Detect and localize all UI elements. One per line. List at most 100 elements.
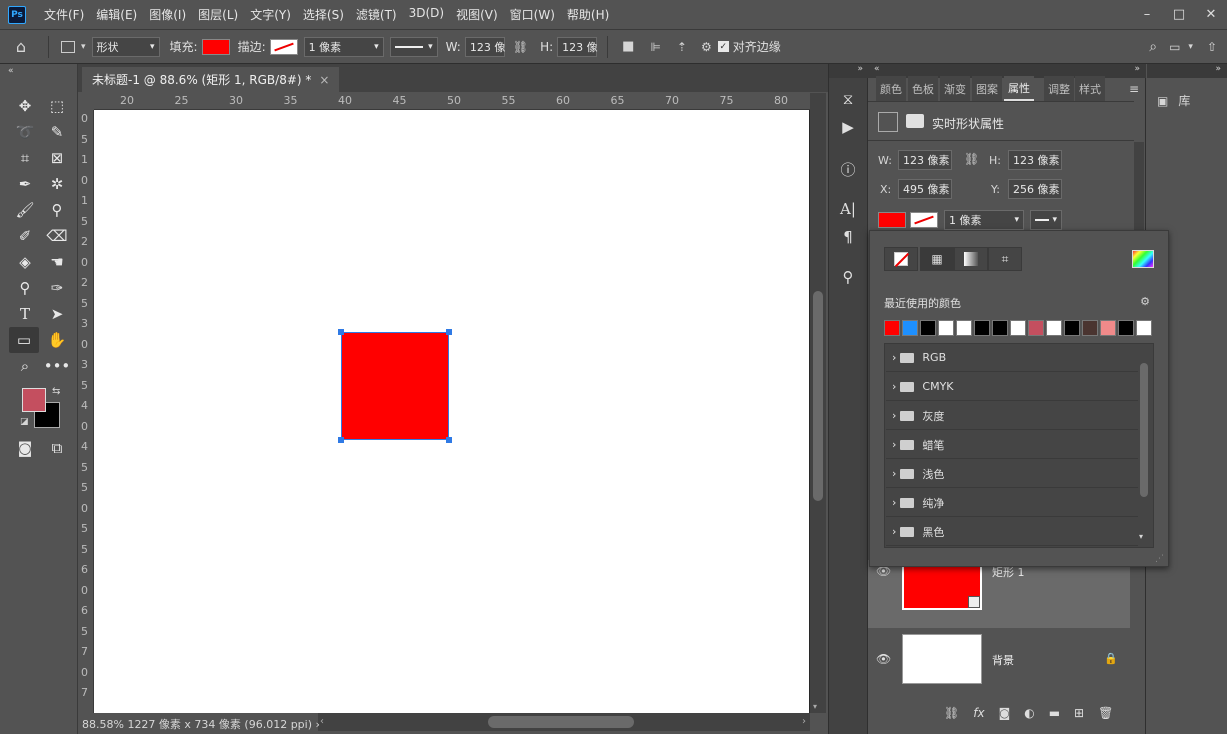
- smudge-tool-icon[interactable]: ☚: [44, 250, 70, 274]
- rectangle-tool-icon[interactable]: ▭: [9, 327, 39, 353]
- delete-layer-icon[interactable]: 🗑: [1098, 706, 1113, 720]
- menu-item[interactable]: 选择(S): [297, 6, 350, 23]
- no-fill-button[interactable]: [884, 247, 918, 271]
- screen-mode-icon[interactable]: ⧉: [44, 436, 70, 460]
- brush-tool-icon[interactable]: 🖌: [12, 198, 38, 222]
- new-group-icon[interactable]: ▬: [1049, 706, 1060, 720]
- scroll-right-icon[interactable]: ›: [802, 716, 806, 727]
- gear-icon[interactable]: ⚙: [701, 40, 712, 54]
- vertical-scroll-thumb[interactable]: [813, 291, 823, 501]
- new-layer-icon[interactable]: ⊞: [1074, 706, 1084, 720]
- adjustment-layer-icon[interactable]: ◐: [1024, 706, 1034, 720]
- recent-color-swatch[interactable]: [1100, 320, 1116, 336]
- prop-width-input[interactable]: 123 像素: [898, 150, 952, 170]
- lock-icon[interactable]: 🔒: [1104, 652, 1118, 665]
- character-icon[interactable]: A|: [836, 198, 860, 220]
- recent-color-swatch[interactable]: [1046, 320, 1062, 336]
- swatch-folder-row[interactable]: › 黑色: [886, 518, 1138, 546]
- chevron-right-icon[interactable]: ›: [892, 525, 896, 538]
- menu-item[interactable]: 3D(D): [403, 6, 450, 23]
- recent-color-swatch[interactable]: [992, 320, 1008, 336]
- path-alignment-icon[interactable]: ⊫: [650, 40, 660, 54]
- panel-tab[interactable]: 图案: [972, 76, 1002, 101]
- panel-tab[interactable]: 色板: [908, 76, 938, 101]
- stroke-type-select[interactable]: ▾: [389, 36, 438, 57]
- prop-fill-swatch[interactable]: [878, 212, 906, 228]
- actions-play-icon[interactable]: ▶: [836, 116, 860, 138]
- transform-handle[interactable]: [446, 329, 452, 335]
- workspace-icon[interactable]: ▭: [1169, 40, 1180, 54]
- tool-presets-icon[interactable]: ⚲: [836, 266, 860, 288]
- scroll-left-icon[interactable]: ‹: [320, 716, 324, 727]
- color-picker-icon[interactable]: [1132, 250, 1154, 268]
- chevron-right-icon[interactable]: ›: [892, 467, 896, 480]
- menu-item[interactable]: 窗口(W): [504, 6, 561, 23]
- info-icon[interactable]: ⓘ: [836, 158, 860, 180]
- hand-tool-icon[interactable]: ✋: [44, 328, 70, 352]
- menu-item[interactable]: 文件(F): [38, 6, 90, 23]
- zoom-tool-icon[interactable]: ⌕: [12, 354, 38, 378]
- fx-icon[interactable]: fx: [973, 706, 984, 720]
- close-tab-icon[interactable]: ×: [319, 73, 329, 87]
- prop-y-input[interactable]: 256 像素: [1008, 179, 1062, 199]
- chevron-right-icon[interactable]: ›: [892, 409, 896, 422]
- horizontal-scroll-thumb[interactable]: [488, 716, 634, 728]
- folders-scroll-thumb[interactable]: [1140, 363, 1148, 497]
- maximize-button[interactable]: □: [1163, 4, 1195, 26]
- shape-mode-select[interactable]: 形状 ▾: [91, 36, 160, 57]
- chevron-down-icon[interactable]: ▾: [81, 42, 86, 52]
- type-tool-icon[interactable]: T: [12, 302, 38, 326]
- path-select-tool-icon[interactable]: ➤: [44, 302, 70, 326]
- height-input[interactable]: 123 像: [557, 36, 598, 57]
- swatch-folder-row[interactable]: › RGB: [886, 344, 1138, 372]
- swatch-folder-row[interactable]: › CMYK: [886, 373, 1138, 401]
- recent-color-swatch[interactable]: [1064, 320, 1080, 336]
- panel-tab[interactable]: 调整: [1044, 76, 1074, 101]
- menu-item[interactable]: 图层(L): [192, 6, 244, 23]
- paint-bucket-tool-icon[interactable]: ◈: [12, 250, 38, 274]
- default-colors-icon[interactable]: ◪: [20, 417, 29, 427]
- menu-item[interactable]: 图像(I): [143, 6, 192, 23]
- home-icon[interactable]: ⌂: [0, 37, 42, 56]
- folders-scroll-down-icon[interactable]: ▾: [1139, 532, 1143, 541]
- document-tab[interactable]: 未标题-1 @ 88.6% (矩形 1, RGB/8#) * ×: [82, 67, 340, 92]
- visibility-eye-icon[interactable]: 👁: [876, 652, 891, 666]
- history-brush-tool-icon[interactable]: ✐: [12, 224, 38, 248]
- prop-height-input[interactable]: 123 像素: [1008, 150, 1062, 170]
- prop-stroke-type-select[interactable]: ▾: [1030, 210, 1062, 230]
- recent-color-swatch[interactable]: [884, 320, 900, 336]
- eraser-tool-icon[interactable]: ⌫: [44, 224, 70, 248]
- transform-handle[interactable]: [338, 437, 344, 443]
- pattern-button[interactable]: ⌗: [988, 247, 1022, 271]
- menu-item[interactable]: 滤镜(T): [350, 6, 403, 23]
- workspace-chevron-icon[interactable]: ▾: [1188, 42, 1193, 52]
- panel-menu-icon[interactable]: ≡: [1129, 82, 1139, 96]
- foreground-color-swatch[interactable]: [22, 388, 46, 412]
- minimize-button[interactable]: –: [1131, 4, 1163, 26]
- eyedropper-tool-icon[interactable]: ✒: [12, 172, 38, 196]
- quick-mask-icon[interactable]: ◙: [12, 436, 38, 460]
- crop-tool-icon[interactable]: ⌗: [12, 146, 38, 170]
- recent-color-swatch[interactable]: [902, 320, 918, 336]
- menu-item[interactable]: 视图(V): [450, 6, 504, 23]
- move-tool-icon[interactable]: ✥: [12, 94, 38, 118]
- document-canvas[interactable]: [94, 110, 809, 713]
- transform-handle[interactable]: [338, 329, 344, 335]
- recent-color-swatch[interactable]: [938, 320, 954, 336]
- chevron-right-icon[interactable]: ›: [892, 438, 896, 451]
- swatch-folder-row[interactable]: › 灰度: [886, 402, 1138, 430]
- dodge-tool-icon[interactable]: ⚲: [12, 276, 38, 300]
- recent-color-swatch[interactable]: [1082, 320, 1098, 336]
- search-icon[interactable]: ⌕: [1149, 39, 1157, 55]
- library-collapse-icon[interactable]: »: [1147, 64, 1227, 78]
- solid-color-button[interactable]: ▦: [920, 247, 954, 271]
- panel-tab[interactable]: 样式: [1075, 76, 1105, 101]
- red-rectangle-shape[interactable]: [338, 329, 452, 443]
- menu-item[interactable]: 帮助(H): [561, 6, 615, 23]
- recent-color-swatch[interactable]: [1028, 320, 1044, 336]
- swap-colors-icon[interactable]: ⇆: [52, 386, 60, 397]
- recent-color-swatch[interactable]: [956, 320, 972, 336]
- lasso-tool-icon[interactable]: ➰: [12, 120, 38, 144]
- folders-scrollbar[interactable]: ▾: [1138, 349, 1150, 541]
- layer-row-background[interactable]: 👁 背景 🔒: [868, 630, 1130, 698]
